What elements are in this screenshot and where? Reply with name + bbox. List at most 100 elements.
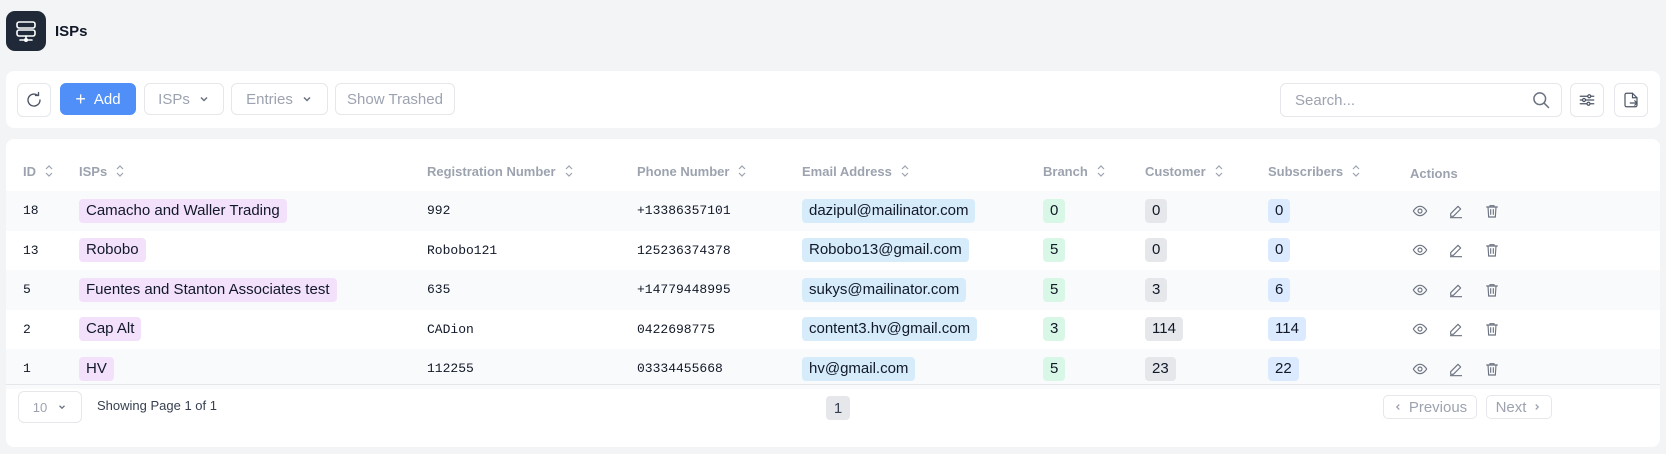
pencil-icon[interactable]	[1446, 280, 1466, 300]
cell-customer-count[interactable]: 23	[1145, 356, 1176, 381]
cell-registration-number: CADion	[427, 321, 474, 337]
eye-icon[interactable]	[1410, 359, 1430, 379]
cell-isp-name[interactable]: Fuentes and Stanton Associates test	[79, 277, 337, 302]
trash-icon[interactable]	[1482, 319, 1502, 339]
eye-icon[interactable]	[1410, 280, 1430, 300]
sort-icon[interactable]	[1215, 164, 1223, 181]
trash-icon[interactable]	[1482, 201, 1502, 221]
cell-email-address[interactable]: Robobo13@gmail.com	[802, 238, 969, 263]
table-row: 5 Fuentes and Stanton Associates test 635 +…	[6, 270, 1660, 310]
cell-customer-count[interactable]: 3	[1145, 277, 1168, 302]
cell-branch-count[interactable]: 0	[1043, 198, 1066, 223]
next-button[interactable]: Next	[1486, 395, 1552, 419]
trash-icon[interactable]	[1482, 280, 1502, 300]
chevron-down-icon	[200, 96, 208, 102]
cell-phone-number: +13386357101	[637, 203, 731, 219]
pagination-info: Showing Page 1 of 1	[97, 398, 217, 413]
plus-icon: +	[75, 89, 86, 109]
column-header-customer[interactable]: Customer	[1145, 139, 1268, 191]
show-trashed-button[interactable]: Show Trashed	[335, 83, 455, 115]
cell-branch-count[interactable]: 5	[1043, 356, 1066, 381]
page-size-select[interactable]: 10	[18, 391, 82, 423]
cell-phone-number: 0422698775	[637, 321, 716, 337]
cell-subscribers-count[interactable]: 114	[1268, 317, 1306, 342]
cell-email-address[interactable]: hv@gmail.com	[802, 356, 916, 381]
chevron-left-icon	[1395, 404, 1400, 410]
previous-button[interactable]: Previous	[1383, 395, 1477, 419]
eye-icon[interactable]	[1410, 201, 1430, 221]
server-icon	[6, 11, 46, 51]
pencil-icon[interactable]	[1446, 359, 1466, 379]
cell-phone-number: +14779448995	[637, 282, 731, 298]
sort-icon[interactable]	[116, 164, 124, 181]
row-actions	[1410, 201, 1660, 221]
table-footer-divider	[6, 384, 1660, 385]
cell-branch-count[interactable]: 3	[1043, 317, 1066, 342]
cell-branch-count[interactable]: 5	[1043, 277, 1066, 302]
cell-isp-name[interactable]: Camacho and Waller Trading	[79, 198, 287, 223]
sort-icon[interactable]	[565, 164, 573, 181]
filter-button[interactable]	[1570, 83, 1604, 117]
column-header-registration-number[interactable]: Registration Number	[427, 139, 637, 191]
sort-icon[interactable]	[45, 164, 53, 181]
page-number-button[interactable]: 1	[826, 396, 850, 420]
cell-phone-number: 03334455668	[637, 361, 723, 377]
entries-dropdown[interactable]: Entries	[231, 83, 328, 115]
cell-email-address[interactable]: sukys@mailinator.com	[802, 277, 967, 302]
cell-branch-count[interactable]: 5	[1043, 238, 1066, 263]
sort-icon[interactable]	[1097, 164, 1105, 181]
trash-icon[interactable]	[1482, 359, 1502, 379]
search-input[interactable]	[1295, 91, 1531, 109]
column-header-branch[interactable]: Branch	[1043, 139, 1145, 191]
chevron-down-icon	[59, 405, 66, 410]
cell-registration-number: 112255	[427, 361, 474, 377]
cell-subscribers-count[interactable]: 22	[1268, 356, 1299, 381]
cell-isp-name[interactable]: Robobo	[79, 238, 146, 263]
column-header-actions: Actions	[1410, 166, 1458, 181]
cell-email-address[interactable]: dazipul@mailinator.com	[802, 198, 976, 223]
chevron-down-icon	[303, 96, 311, 102]
cell-customer-count[interactable]: 114	[1145, 317, 1183, 342]
trash-icon[interactable]	[1482, 240, 1502, 260]
export-button[interactable]	[1614, 83, 1648, 117]
table-row: 2 Cap Alt CADion 0422698775 content3.hv@gmai…	[6, 310, 1660, 350]
add-button[interactable]: + Add	[60, 83, 136, 115]
cell-isp-name[interactable]: HV	[79, 356, 114, 381]
cell-subscribers-count[interactable]: 0	[1268, 238, 1291, 263]
cell-id: 2	[23, 321, 31, 337]
sort-icon[interactable]	[1352, 164, 1360, 181]
isps-dropdown[interactable]: ISPs	[144, 83, 224, 115]
row-actions	[1410, 240, 1660, 260]
toolbar: + Add ISPs Entries Show Trashed	[6, 71, 1660, 128]
pencil-icon[interactable]	[1446, 240, 1466, 260]
cell-subscribers-count[interactable]: 0	[1268, 198, 1291, 223]
sort-icon[interactable]	[738, 164, 746, 181]
sliders-icon	[1579, 94, 1595, 106]
file-export-icon	[1624, 92, 1638, 108]
eye-icon[interactable]	[1410, 319, 1430, 339]
cell-id: 18	[23, 203, 39, 219]
app-header: ISPs	[6, 11, 88, 51]
cell-isp-name[interactable]: Cap Alt	[79, 317, 142, 342]
table-row: 1 HV 112255 03334455668 hv@gmail.com 5 23 22	[6, 349, 1660, 389]
column-header-subscribers[interactable]: Subscribers	[1268, 139, 1410, 191]
pencil-icon[interactable]	[1446, 319, 1466, 339]
sort-icon[interactable]	[901, 164, 909, 181]
cell-subscribers-count[interactable]: 6	[1268, 277, 1291, 302]
column-header-isps[interactable]: ISPs	[79, 139, 427, 191]
isps-table: ID ISPs Registration Number Phone Number…	[6, 139, 1660, 389]
isps-table-card: ID ISPs Registration Number Phone Number…	[6, 139, 1660, 447]
eye-icon[interactable]	[1410, 240, 1430, 260]
pencil-icon[interactable]	[1446, 201, 1466, 221]
table-row: 18 Camacho and Waller Trading 992 +13386357…	[6, 191, 1660, 231]
column-header-id[interactable]: ID	[6, 139, 79, 191]
refresh-button[interactable]	[17, 83, 51, 117]
search-icon[interactable]	[1531, 90, 1551, 110]
cell-email-address[interactable]: content3.hv@gmail.com	[802, 317, 978, 342]
cell-registration-number: 992	[427, 203, 451, 219]
cell-customer-count[interactable]: 0	[1145, 238, 1168, 263]
column-header-email-address[interactable]: Email Address	[802, 139, 1043, 191]
chevron-right-icon	[1535, 404, 1540, 410]
cell-customer-count[interactable]: 0	[1145, 198, 1168, 223]
column-header-phone-number[interactable]: Phone Number	[637, 139, 802, 191]
